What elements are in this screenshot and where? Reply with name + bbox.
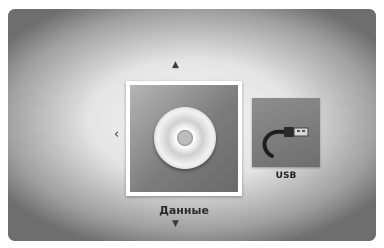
disc-icon <box>154 107 216 169</box>
menu-item-data[interactable] <box>126 81 242 196</box>
menu-item-data-tile <box>130 85 238 192</box>
up-arrow-icon[interactable]: ▲ <box>172 61 179 70</box>
media-menu-screen: ▲ ‹ › ▼ Данные USB <box>8 9 376 241</box>
usb-cable-icon <box>262 127 309 158</box>
left-arrow-icon[interactable]: ‹ <box>114 128 119 141</box>
menu-item-data-label: Данные <box>159 204 209 217</box>
down-arrow-icon[interactable]: ▼ <box>172 220 179 229</box>
menu-item-usb-label: USB <box>275 171 297 181</box>
menu-item-usb[interactable] <box>252 98 320 167</box>
disc-hole <box>177 130 193 146</box>
